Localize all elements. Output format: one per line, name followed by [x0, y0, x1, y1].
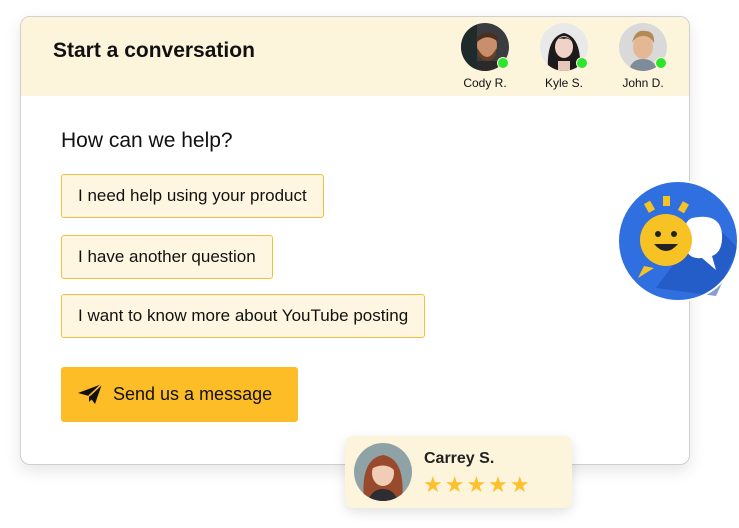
agent-john: John D.: [613, 23, 673, 90]
online-indicator: [655, 57, 667, 69]
chat-bubble-icon: [616, 178, 739, 302]
avatar: [354, 443, 412, 501]
avatar: [540, 23, 588, 71]
send-message-button[interactable]: Send us a message: [61, 367, 298, 422]
avatar: [461, 23, 509, 71]
agent-kyle: Kyle S.: [534, 23, 594, 90]
send-button-label: Send us a message: [113, 384, 273, 404]
paper-plane-icon: [77, 383, 103, 410]
option-another-question[interactable]: I have another question: [61, 235, 273, 279]
header-title: Start a conversation: [53, 39, 255, 62]
avatar: [619, 23, 667, 71]
agent-name: Cody R.: [463, 76, 507, 90]
chat-widget: Start a conversation Cody R. Kyle S. Joh…: [20, 16, 690, 465]
option-youtube-posting[interactable]: I want to know more about YouTube postin…: [61, 294, 426, 338]
help-question: How can we help?: [61, 129, 233, 152]
option-product-help[interactable]: I need help using your product: [61, 174, 324, 218]
star-rating: ★★★★★: [423, 472, 532, 497]
agent-name: Kyle S.: [544, 76, 583, 90]
widget-header: Start a conversation Cody R. Kyle S. Joh…: [21, 17, 689, 96]
agent-name: John D.: [622, 76, 664, 90]
agent-cody: Cody R.: [455, 23, 515, 90]
online-indicator: [497, 57, 509, 69]
online-indicator: [576, 57, 588, 69]
review-card: Carrey S. ★★★★★: [345, 436, 572, 508]
reviewer-name: Carrey S.: [424, 450, 495, 467]
